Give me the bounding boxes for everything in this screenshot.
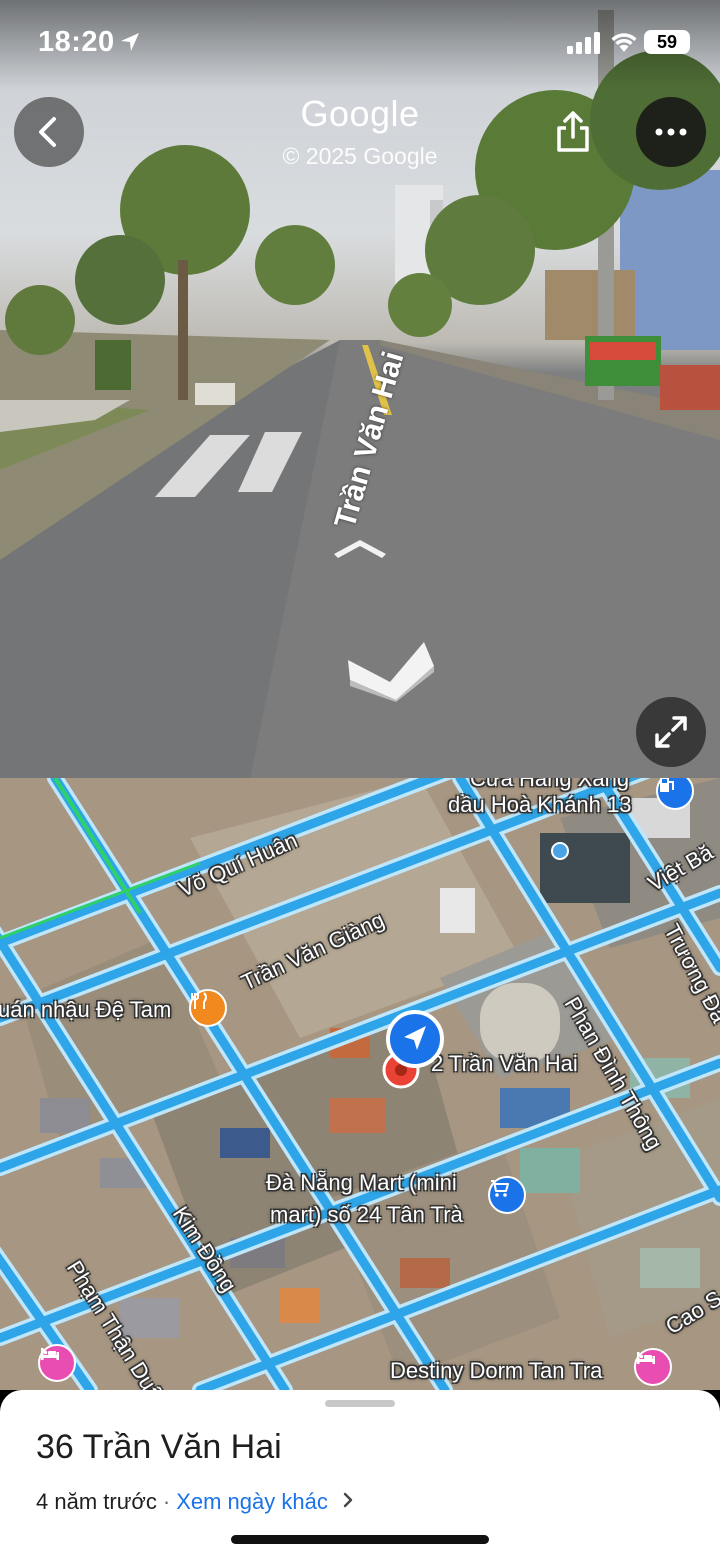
location-arrow-icon [118,30,142,59]
expand-icon [655,716,687,748]
move-back-arrow[interactable] [346,640,438,707]
status-time: 18:20 [38,26,115,58]
share-button[interactable] [538,97,608,167]
street-view-panel[interactable]: 18:20 59 Google © 2025 Google Trần Văn H… [0,0,720,778]
more-icon [655,128,687,136]
map-panel[interactable]: Võ Quí Huân Trần Văn Giàng Kim Đồng Phạm… [0,778,720,1390]
cellular-signal-icon [567,32,601,59]
home-indicator [231,1535,489,1544]
move-forward-chevron[interactable] [330,532,390,567]
place-title: 36 Trần Văn Hai [36,1428,282,1466]
place-label-pub[interactable]: uán nhậu Đệ Tam [0,997,171,1023]
wifi-icon [610,31,638,58]
share-icon [557,111,589,152]
more-options-button[interactable] [636,97,706,167]
place-label-current-address[interactable]: 2 Trần Văn Hai [431,1051,578,1077]
chevron-right-icon[interactable] [342,1489,354,1515]
back-arrow-icon [39,117,56,147]
copyright-text: © 2025 Google [282,143,438,169]
google-watermark: Google [300,93,420,134]
status-bar: 18:20 59 [0,0,720,90]
sheet-grabber[interactable] [325,1400,395,1407]
place-label-mart-1[interactable]: Đà Nẵng Mart (mini [266,1170,457,1196]
see-other-dates-link[interactable]: Xem ngày khác [176,1489,328,1515]
place-label-mart-2[interactable]: mart) số 24 Tân Trà [270,1202,463,1228]
battery-indicator: 59 [644,30,690,54]
place-label-dorm[interactable]: Destiny Dorm Tan Tra [390,1358,602,1384]
cart-icon[interactable] [488,1176,526,1214]
hotel-icon-2[interactable] [38,1344,76,1382]
back-button[interactable] [14,97,84,167]
hotel-icon[interactable] [634,1348,672,1386]
expand-view-button[interactable] [636,697,706,767]
restaurant-icon[interactable] [189,989,227,1027]
imagery-age: 4 năm trước [36,1489,157,1514]
imagery-date-row: 4 năm trước · Xem ngày khác [36,1489,354,1515]
separator-dot: · [162,1489,171,1514]
place-label-gas-station-1: Cửa Hàng Xăng [470,778,630,791]
place-bottom-sheet[interactable]: 36 Trần Văn Hai 4 năm trước · Xem ngày k… [0,1390,720,1558]
place-label-gas-station-2[interactable]: dầu Hoà Khánh 13 [448,792,632,818]
